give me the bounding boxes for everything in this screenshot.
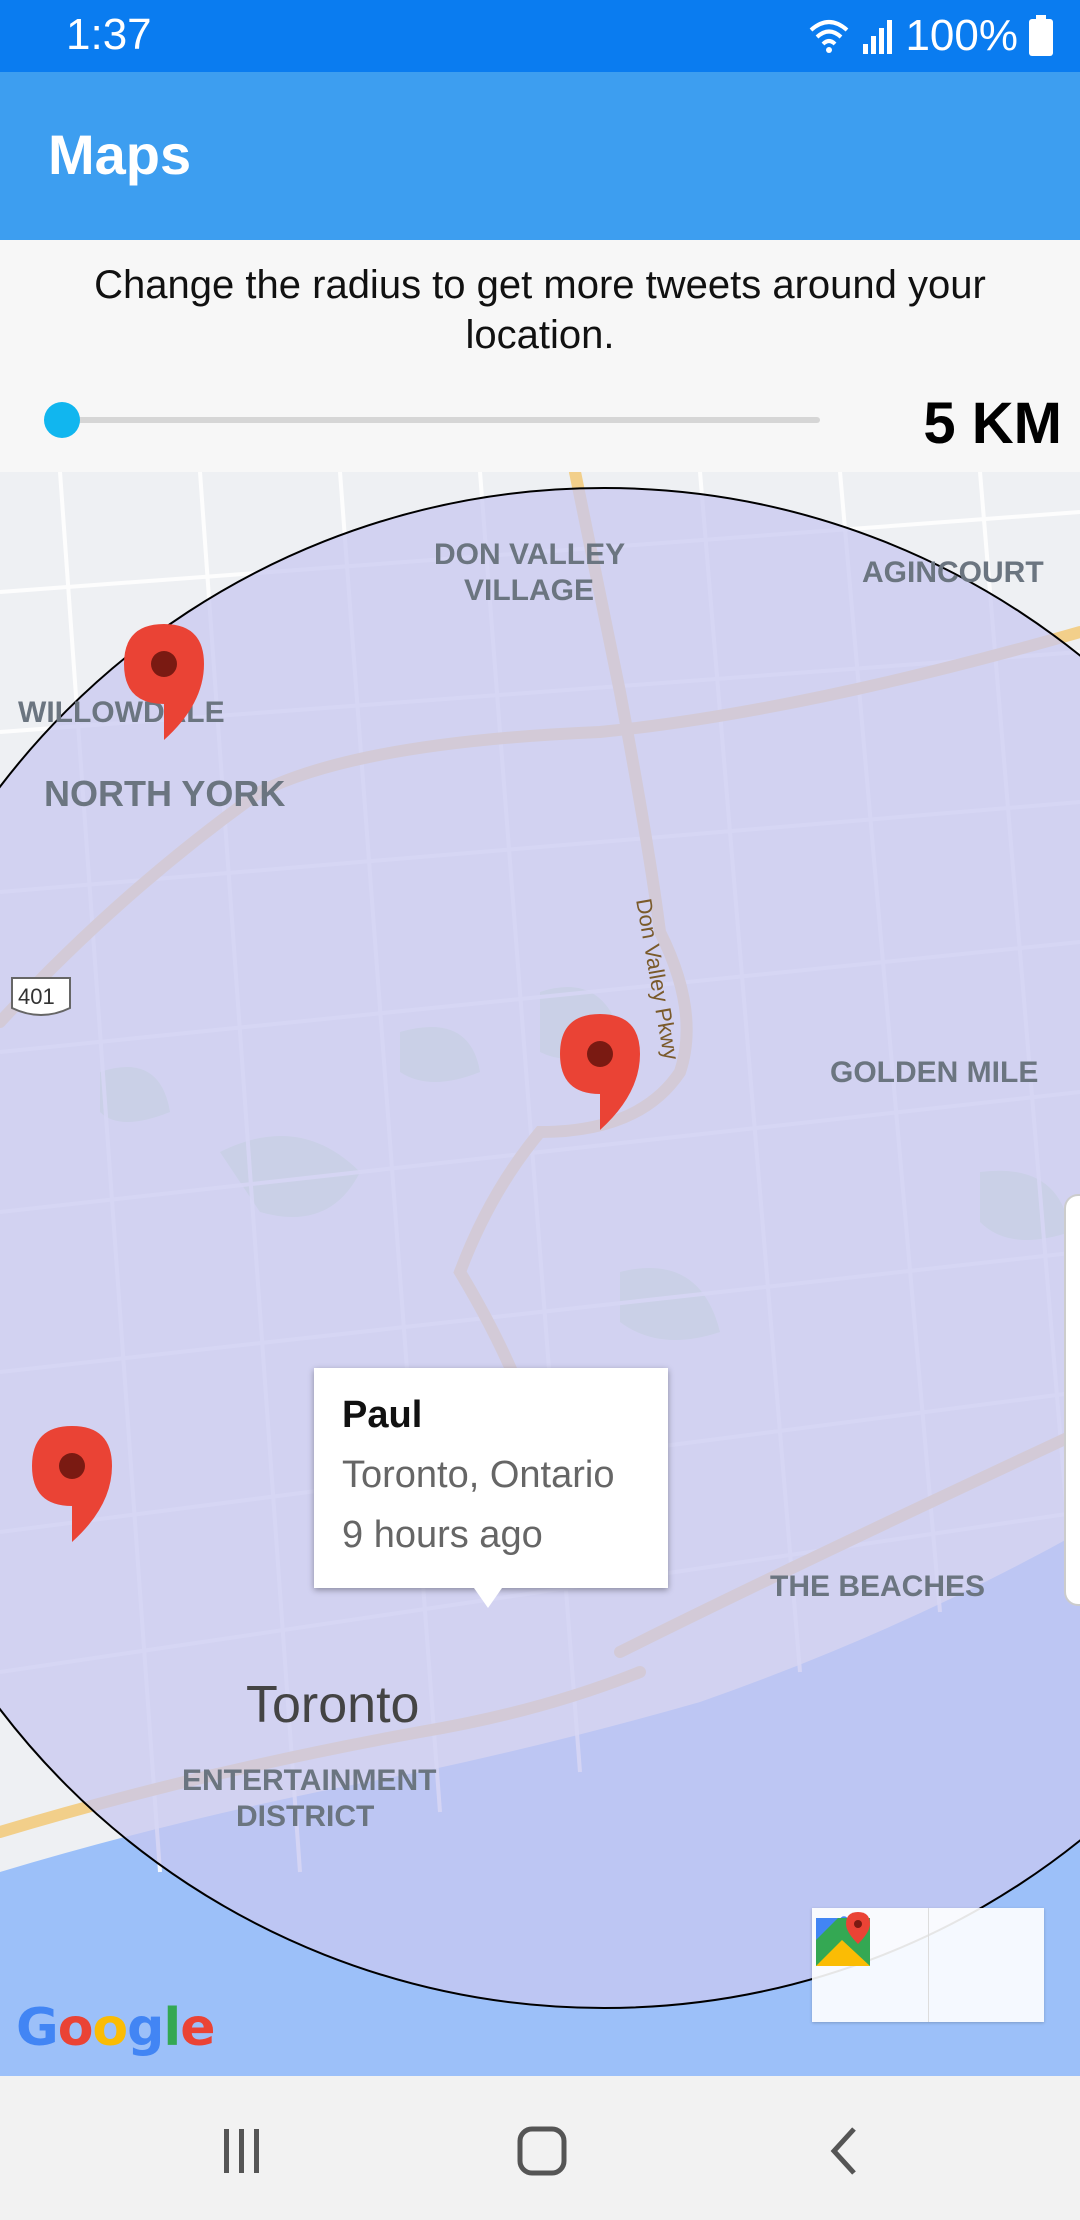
map-canvas[interactable]: DON VALLEY VILLAGE AGINCOURT WILLOWDALE … (0, 472, 1080, 2076)
label-don-valley-2: VILLAGE (464, 574, 594, 607)
highway-shield: 401 (11, 977, 71, 1016)
status-bar: 1:37 100% (0, 0, 1080, 72)
back-button[interactable] (804, 2116, 884, 2186)
map-toolbar (812, 1908, 1044, 2022)
back-icon (830, 2127, 856, 2175)
marker-info-window[interactable]: Paul Toronto, Ontario 9 hours ago (314, 1368, 668, 1608)
radius-slider[interactable] (44, 400, 820, 440)
slider-track[interactable] (62, 417, 820, 423)
radius-value: 5 KM (923, 391, 1062, 456)
side-panel-handle[interactable] (1064, 1194, 1080, 1606)
wifi-icon (810, 20, 849, 53)
google-maps-icon (816, 1912, 870, 1966)
label-agincourt: AGINCOURT (862, 556, 1044, 589)
radius-info-text: Change the radius to get more tweets aro… (94, 263, 986, 357)
highway-number: 401 (18, 984, 55, 1009)
home-icon (517, 2126, 567, 2176)
status-time: 1:37 (66, 10, 152, 59)
app-title: Maps (48, 123, 192, 186)
info-location: Toronto, Ontario (342, 1454, 615, 1496)
label-entertainment-2: DISTRICT (236, 1800, 374, 1833)
label-golden-mile: GOLDEN MILE (830, 1056, 1038, 1089)
recents-button[interactable] (202, 2116, 282, 2186)
label-entertainment-1: ENTERTAINMENT (182, 1764, 436, 1797)
app-bar: Maps (0, 72, 1080, 240)
label-north-york: NORTH YORK (44, 773, 285, 814)
home-button[interactable] (502, 2116, 582, 2186)
status-icons: 100% (807, 8, 1054, 64)
label-toronto: Toronto (246, 1676, 419, 1734)
recents-icon (224, 2129, 259, 2173)
map-view[interactable]: DON VALLEY VILLAGE AGINCOURT WILLOWDALE … (0, 472, 1080, 2076)
open-in-maps-button[interactable] (816, 1908, 1045, 2022)
signal-icon (863, 20, 893, 54)
battery-icon (1029, 15, 1053, 56)
google-logo: Google (16, 1998, 216, 2058)
info-user-name: Paul (342, 1394, 423, 1436)
slider-thumb[interactable] (44, 402, 80, 438)
system-nav-bar (0, 2076, 1080, 2220)
battery-percent: 100% (905, 11, 1018, 60)
label-don-valley-1: DON VALLEY (434, 538, 625, 571)
radius-controls: Change the radius to get more tweets aro… (0, 240, 1080, 472)
label-beaches: THE BEACHES (770, 1570, 985, 1603)
info-time: 9 hours ago (342, 1514, 543, 1556)
